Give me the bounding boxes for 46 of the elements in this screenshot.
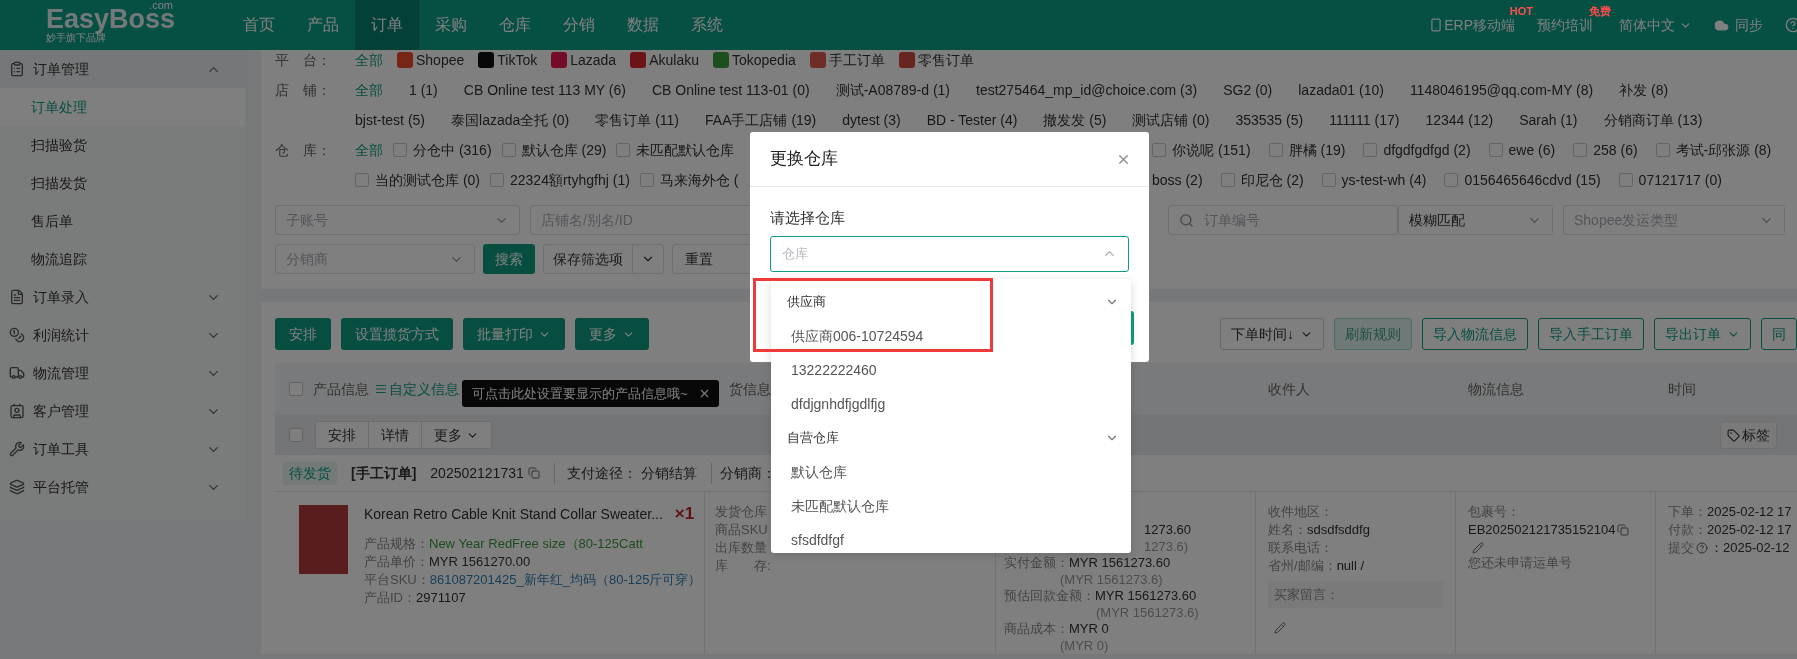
shipping-label: 商品SKU <box>715 521 768 539</box>
badge-label: HOT <box>1509 4 1533 17</box>
shipping-label: 出库数量 <box>715 539 767 557</box>
shipping-label: 库 存: <box>715 557 771 575</box>
time-value: ：2025-02-12 <box>1710 539 1790 557</box>
product-spec: 产品规格：New Year RedFree size（80-125Catt <box>364 535 643 553</box>
sidebar-label: 平台托管 <box>33 477 90 497</box>
column-header: 收件人 <box>1267 379 1311 399</box>
modal-title: 更换仓库 <box>770 148 838 171</box>
time-value: 2025-02-12 17 <box>1707 503 1792 521</box>
payment-value: 分销结算 <box>640 463 697 483</box>
tooltip: 可点击此处设置要显示的产品信息哦~ <box>462 380 719 407</box>
filter-label: 店 铺： <box>275 80 332 100</box>
filter-label: 平 台： <box>275 50 332 70</box>
column-header: 物流信息 <box>1467 379 1525 399</box>
logo-tagline: 妙手旗下品牌 <box>46 32 106 44</box>
filter-label: 仓 库： <box>275 140 332 160</box>
recipient-phone: 联系电话： <box>1268 539 1333 557</box>
product-price: 产品单价：MYR 1561270.00 <box>364 553 531 571</box>
sidebar-label: 客户管理 <box>33 401 90 421</box>
recipient-postal: 省州/邮编：null / <box>1268 557 1365 575</box>
recipient-region: 收件地区： <box>1268 503 1333 521</box>
status-badge: 待发货 <box>283 461 337 485</box>
sidebar-label: 物流管理 <box>33 363 90 383</box>
time-label: 下单： <box>1668 503 1707 521</box>
time-value: 2025-02-12 17 <box>1707 521 1792 539</box>
amount-line: 商品成本：MYR 0 <box>1004 621 1109 638</box>
payment-label: 支付途径： <box>566 463 637 483</box>
amount-value: 1273.60 <box>1144 522 1191 539</box>
shipping-label: 发货仓库 <box>715 503 767 521</box>
time-label: 提交 <box>1668 539 1694 557</box>
badge-label: 免费 <box>1589 4 1611 17</box>
column-header: 货信息 <box>728 379 772 399</box>
package-number: EB202502121735152104 <box>1468 521 1616 539</box>
column-header: 时间 <box>1667 379 1697 399</box>
logo-domain: .com <box>149 0 173 11</box>
column-header: 产品信息 <box>313 379 369 399</box>
order-number: 202502121731 <box>430 463 524 483</box>
quantity: ×1 <box>674 505 695 523</box>
sidebar-label: 订单录入 <box>33 287 90 307</box>
sidebar-label: 订单工具 <box>33 439 90 459</box>
product-id: 产品ID：2971107 <box>364 589 466 607</box>
order-source: [手工订单] <box>351 463 417 483</box>
sidebar-label: 利润统计 <box>33 325 90 345</box>
product-sku: 平台SKU：861087201425_新年红_均码（80-125斤可穿） <box>364 571 702 589</box>
sidebar-label: 订单管理 <box>33 59 90 79</box>
